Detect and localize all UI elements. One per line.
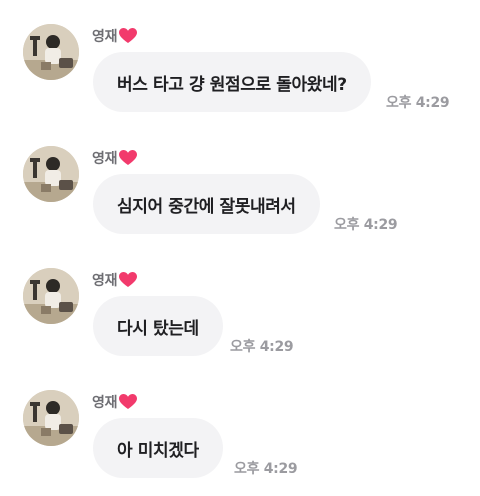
avatar[interactable] [23,268,79,324]
avatar[interactable] [23,390,79,446]
sender-name: 영재 [92,151,118,167]
chat-message: 영재 다시 탔는데 오후 4:29 [0,244,480,364]
sender-name-row: 영재 [92,392,138,412]
message-bubble[interactable]: 아 미치겠다 [93,418,223,478]
heart-icon [119,150,138,166]
message-text: 아 미치겠다 [117,440,199,461]
heart-icon [119,272,138,288]
heart-icon [119,28,138,44]
sender-name: 영재 [92,29,118,45]
sender-name-row: 영재 [92,270,138,290]
message-bubble[interactable]: 버스 타고 걍 원점으로 돌아왔네? [93,52,371,112]
chat-message: 영재 아 미치겠다 오후 4:29 [0,366,480,486]
avatar[interactable] [23,24,79,80]
message-time: 오후 4:29 [386,95,450,111]
sender-name: 영재 [92,273,118,289]
message-time: 오후 4:29 [234,461,298,477]
message-bubble[interactable]: 심지어 중간에 잘못내려서 [93,174,320,234]
chat-thread: 영재 버스 타고 걍 원점으로 돌아왔네? 오후 4:29 영재 심지어 중간에… [0,0,480,496]
heart-icon [119,394,138,410]
message-time: 오후 4:29 [334,217,398,233]
chat-message: 영재 심지어 중간에 잘못내려서 오후 4:29 [0,122,480,242]
avatar[interactable] [23,146,79,202]
message-text: 다시 탔는데 [117,318,199,339]
chat-message: 영재 버스 타고 걍 원점으로 돌아왔네? 오후 4:29 [0,0,480,120]
sender-name-row: 영재 [92,148,138,168]
message-time: 오후 4:29 [230,339,294,355]
sender-name: 영재 [92,395,118,411]
message-text: 심지어 중간에 잘못내려서 [117,196,296,217]
message-text: 버스 타고 걍 원점으로 돌아왔네? [117,74,347,95]
sender-name-row: 영재 [92,26,138,46]
message-bubble[interactable]: 다시 탔는데 [93,296,223,356]
